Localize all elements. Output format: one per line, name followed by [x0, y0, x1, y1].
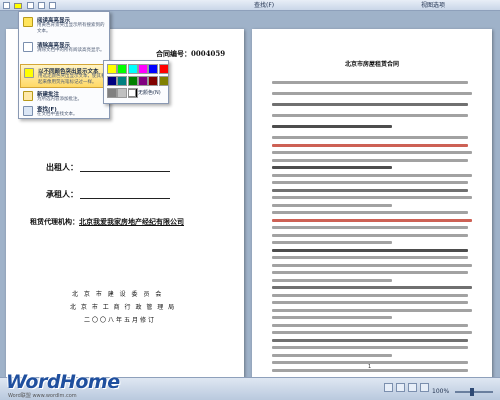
text-line: [272, 338, 468, 342]
menu-item-find[interactable]: 查找(F) 在文档中查找文本。: [20, 103, 109, 119]
text-line: [272, 151, 472, 154]
color-swatch[interactable]: [127, 76, 138, 86]
toolbar-button-text[interactable]: [27, 1, 35, 10]
menu-item-read-highlight[interactable]: 阅读高亮显示 用黄色背景突出显示所有搜索到的文本。: [20, 14, 109, 38]
text-line: [272, 92, 472, 95]
color-swatch[interactable]: [117, 64, 128, 74]
text-line: [272, 166, 392, 169]
text-line: [272, 256, 468, 259]
color-swatch[interactable]: [148, 64, 159, 74]
text-line: [272, 353, 392, 357]
view-mode-button[interactable]: [420, 383, 429, 392]
color-swatch[interactable]: [107, 76, 117, 86]
color-swatch[interactable]: [137, 64, 148, 74]
color-swatch[interactable]: [127, 64, 138, 74]
zoom-slider[interactable]: [455, 391, 493, 393]
menu-item-clear-highlight[interactable]: 清除高亮显示 清除文档中的所有阅读高亮显示。: [20, 39, 109, 63]
text-line: [272, 286, 472, 289]
lessor-label: 出租人：: [46, 162, 78, 172]
clear-icon: [23, 42, 33, 52]
lessor-signature-line: [80, 171, 170, 172]
menu-item-new-comment[interactable]: 新建批注 为所选内容添加批注。: [20, 88, 109, 102]
color-swatch[interactable]: [137, 76, 148, 86]
toolbar-button-comment[interactable]: [38, 1, 46, 10]
menu-item-desc: 清除文档中的所有阅读高亮显示。: [37, 48, 105, 53]
toolbar-button-save[interactable]: [3, 1, 11, 10]
text-line: [272, 196, 472, 199]
view-options-button[interactable]: 视图选项: [421, 1, 445, 10]
text-line: [272, 323, 468, 327]
contract-number: 合同编号：0004059: [156, 49, 226, 58]
text-line: [272, 271, 468, 274]
zoom-level[interactable]: 100%: [432, 388, 449, 395]
text-line: [272, 233, 468, 237]
text-line: [272, 263, 472, 267]
top-toolbar: 查找(F) 视图选项: [0, 0, 500, 11]
text-line: [272, 241, 392, 244]
view-mode-button[interactable]: [384, 383, 393, 392]
find-button[interactable]: 查找(F): [254, 1, 274, 10]
color-swatch[interactable]: [107, 64, 117, 74]
highlight-color-swatch: [14, 2, 22, 9]
text-line: [272, 125, 392, 128]
text-line: [272, 278, 392, 282]
text-line: [272, 114, 468, 117]
text-line: [272, 218, 472, 222]
watermark-logo: WordHome: [6, 371, 120, 393]
search-icon: [23, 106, 33, 116]
no-color-icon[interactable]: [128, 89, 136, 97]
marker-icon: [24, 68, 34, 78]
issuer-date: 二〇〇八年五月修订: [84, 317, 157, 324]
view-mode-button[interactable]: [396, 383, 405, 392]
color-swatch[interactable]: [107, 88, 117, 98]
text-line: [272, 293, 468, 297]
page-number: 1: [368, 364, 372, 370]
menu-item-color-highlight[interactable]: 以不同颜色突出显示文本 用选定颜色突出显示文本，使其看起来像用荧光笔标记过一样。: [20, 64, 109, 88]
no-color-option[interactable]: 无颜色(N): [138, 89, 161, 96]
agent-name: 北京我爱我家房地产经纪有限公司: [79, 217, 184, 226]
toolbar-button-note[interactable]: [49, 1, 57, 10]
text-line: [272, 158, 468, 162]
text-line: [272, 308, 472, 312]
highlight-menu: 阅读高亮显示 用黄色背景突出显示所有搜索到的文本。 清除高亮显示 清除文档中的所…: [18, 11, 110, 119]
agent-label: 租赁代理机构：: [30, 217, 79, 226]
text-line: [272, 226, 468, 229]
issuer-line-2: 北 京 市 工 商 行 政 管 理 局: [70, 304, 176, 311]
text-line: [272, 81, 468, 84]
text-line: [272, 346, 468, 349]
zoom-slider-thumb[interactable]: [470, 388, 474, 396]
menu-item-desc: 用选定颜色突出显示文本，使其看起来像用荧光笔标记过一样。: [38, 74, 106, 85]
color-swatch[interactable]: [158, 76, 169, 86]
text-line: [272, 143, 468, 147]
highlight-icon: [23, 17, 33, 27]
menu-item-desc: 在文档中查找文本。: [37, 112, 78, 117]
text-line: [272, 173, 472, 177]
page-contract-body: 北京市房屋租赁合同 1: [252, 29, 492, 384]
highlight-dropdown-button[interactable]: [14, 1, 22, 10]
contract-title: 北京市房屋租赁合同: [344, 61, 399, 68]
text-line: [272, 103, 468, 106]
text-line: [272, 316, 392, 319]
text-line: [272, 203, 392, 207]
text-line: [272, 248, 468, 252]
text-line: [272, 331, 472, 334]
comment-icon: [23, 91, 33, 101]
agent-line: 租赁代理机构：北京我爱我家房地产经纪有限公司: [30, 217, 184, 227]
issuer-line-1: 北 京 市 建 设 委 员 会: [72, 291, 164, 298]
text-line: [272, 136, 468, 139]
text-line: [272, 181, 468, 184]
text-line: [272, 211, 468, 214]
color-swatch[interactable]: [158, 64, 169, 74]
color-swatch[interactable]: [117, 76, 128, 86]
lessee-label: 承租人：: [46, 189, 78, 199]
text-line: [272, 301, 468, 304]
color-swatch[interactable]: [148, 76, 159, 86]
view-mode-button[interactable]: [408, 383, 417, 392]
menu-item-desc: 用黄色背景突出显示所有搜索到的文本。: [37, 23, 105, 34]
text-line: [272, 188, 468, 192]
color-swatch[interactable]: [117, 88, 128, 98]
color-palette: 无颜色(N): [103, 60, 169, 104]
lessee-signature-line: [80, 198, 170, 199]
watermark-subtitle: Word联盟 www.wordlm.com: [8, 393, 77, 399]
